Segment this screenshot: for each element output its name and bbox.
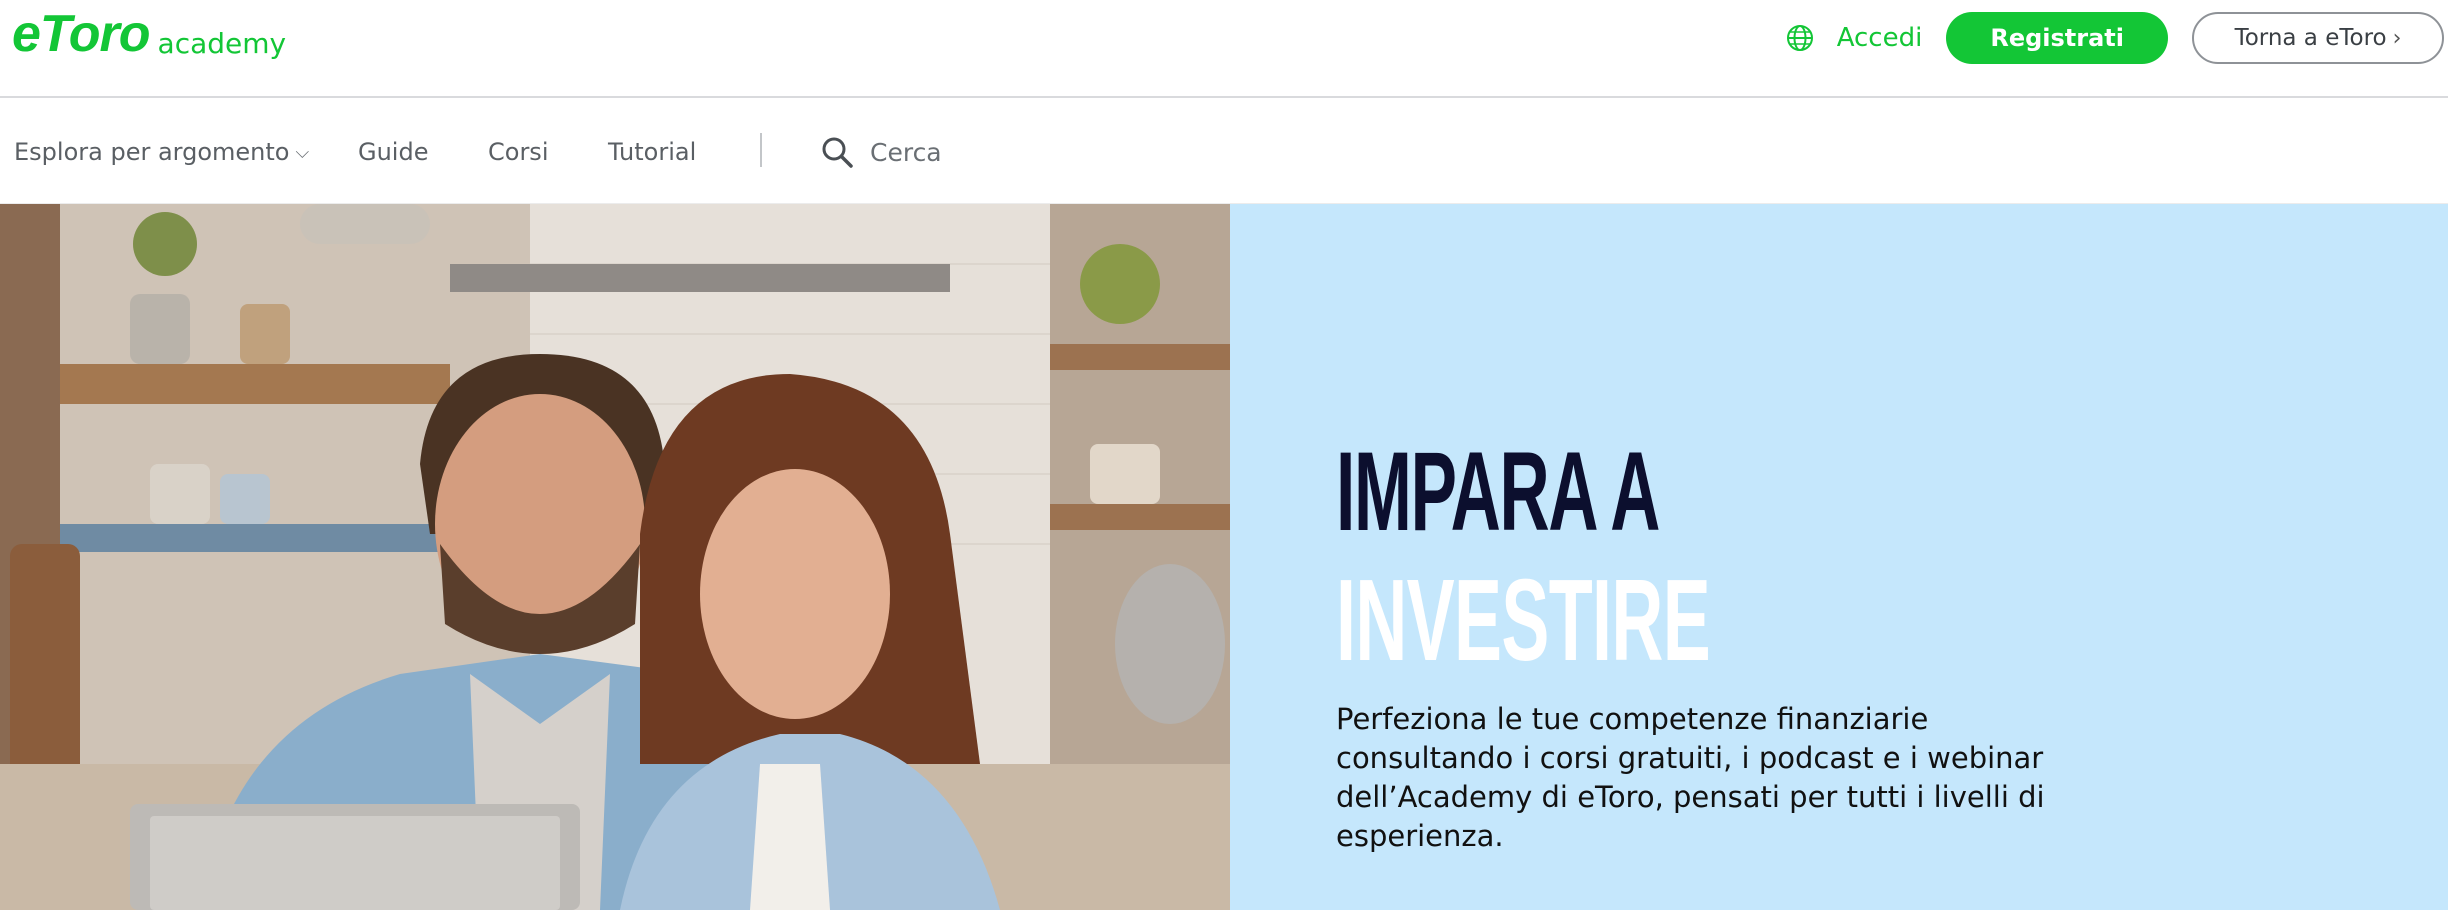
nav-corsi[interactable]: Corsi bbox=[488, 100, 548, 204]
header-actions: Accedi Registrati Torna a eToro › bbox=[1785, 12, 2444, 64]
hero-title-line1: IMPARA A bbox=[1336, 429, 1660, 554]
globe-icon[interactable] bbox=[1785, 23, 1815, 53]
login-link[interactable]: Accedi bbox=[1837, 23, 1923, 53]
nav-explore-label: Esplora per argomento bbox=[14, 138, 290, 166]
hero-section: IMPARA A INVESTIRE Perfeziona le tue com… bbox=[0, 204, 2448, 910]
back-to-etoro-label: Torna a eToro bbox=[2234, 25, 2387, 51]
top-header: eToro academy Accedi Registrati Torna a … bbox=[0, 0, 2448, 98]
hero-title: IMPARA A INVESTIRE bbox=[1336, 429, 1939, 685]
main-nav: Esplora per argomento ⌵ Guide Corsi Tuto… bbox=[0, 100, 2448, 204]
etoro-academy-logo[interactable]: eToro academy bbox=[12, 8, 286, 60]
search-box[interactable] bbox=[820, 100, 1130, 204]
search-input[interactable] bbox=[870, 137, 1130, 167]
etoro-logo-wordmark: eToro bbox=[12, 5, 151, 63]
chevron-right-icon: › bbox=[2392, 25, 2402, 51]
nav-guide[interactable]: Guide bbox=[358, 100, 428, 204]
search-icon[interactable] bbox=[820, 135, 854, 169]
hero-description: Perfeziona le tue competenze finanziarie… bbox=[1336, 702, 2045, 853]
chevron-down-icon: ⌵ bbox=[295, 141, 310, 163]
nav-divider bbox=[760, 133, 762, 167]
register-button[interactable]: Registrati bbox=[1946, 12, 2168, 64]
back-to-etoro-button[interactable]: Torna a eToro › bbox=[2192, 12, 2444, 64]
hero-title-line2: INVESTIRE bbox=[1336, 555, 1711, 685]
hero-image bbox=[0, 204, 1230, 910]
nav-tutorial[interactable]: Tutorial bbox=[608, 100, 696, 204]
academy-logo-subtext: academy bbox=[157, 27, 287, 60]
nav-explore-by-topic[interactable]: Esplora per argomento ⌵ bbox=[14, 100, 309, 204]
hero-panel: IMPARA A INVESTIRE Perfeziona le tue com… bbox=[1230, 204, 2448, 910]
